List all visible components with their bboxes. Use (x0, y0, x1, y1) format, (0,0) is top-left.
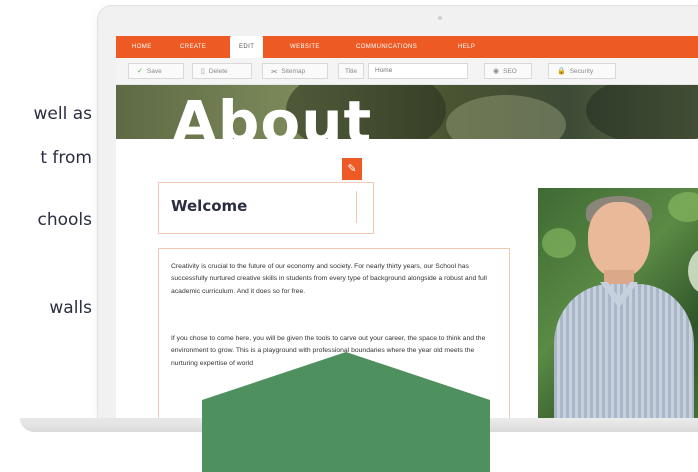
sitemap-icon: ⫘ (271, 68, 278, 75)
photo-foliage (688, 248, 698, 294)
edit-block-button[interactable]: ✎ (342, 158, 362, 180)
save-label: Save (146, 68, 162, 75)
eye-icon: ◉ (493, 68, 500, 75)
hero-photo-shape (586, 85, 698, 139)
side-text-line-2: t from (40, 148, 92, 168)
laptop-base-lip (20, 418, 200, 422)
side-text-line-4: walls (49, 298, 92, 318)
hero-photo-shape (446, 95, 566, 139)
trash-icon: ▯ (201, 68, 205, 75)
side-text-line-1: well as (33, 104, 93, 124)
photo-person-shirt (554, 284, 694, 420)
main-menu-bar: HOME CREATE EDIT WEBSITE COMMUNICATIONS … (116, 36, 698, 60)
delete-button[interactable]: ▯ Delete (192, 63, 252, 79)
menu-communications[interactable]: COMMUNICATIONS (356, 36, 417, 58)
laptop-frame: HOME CREATE EDIT WEBSITE COMMUNICATIONS … (98, 6, 698, 420)
block-divider (356, 191, 357, 223)
menu-edit[interactable]: EDIT (230, 36, 264, 60)
title-field-label: Title (338, 63, 365, 79)
check-icon: ✓ (137, 68, 143, 75)
camera-dot (438, 16, 442, 20)
pencil-icon: ✎ (347, 163, 357, 175)
sitemap-button[interactable]: ⫘ Sitemap (262, 63, 328, 79)
seo-button[interactable]: ◉ SEO (484, 63, 532, 79)
save-button[interactable]: ✓ Save (128, 63, 184, 79)
welcome-heading-block[interactable]: Welcome (158, 182, 374, 234)
seo-label: SEO (503, 68, 517, 75)
photo-foliage (668, 192, 698, 222)
laptop-screen: HOME CREATE EDIT WEBSITE COMMUNICATIONS … (116, 36, 698, 420)
photo-foliage (542, 228, 576, 258)
menu-help[interactable]: HELP (458, 36, 475, 58)
body-paragraph-1: Creativity is crucial to the future of o… (171, 263, 487, 295)
page-side-text: well as t from chools walls (0, 0, 110, 462)
security-label: Security (569, 68, 594, 75)
photo-person-face (588, 202, 650, 278)
menu-website[interactable]: WEBSITE (290, 36, 320, 58)
hero-banner: About (116, 85, 698, 139)
sitemap-label: Sitemap (281, 68, 306, 75)
delete-label: Delete (208, 68, 228, 75)
staff-photo (538, 188, 698, 420)
lock-icon: 🔒 (557, 68, 566, 75)
title-input[interactable] (368, 63, 468, 79)
menu-home[interactable]: HOME (132, 36, 152, 58)
hero-title: About (172, 88, 373, 139)
side-text-line-3: chools (37, 210, 92, 230)
menu-create[interactable]: CREATE (180, 36, 206, 58)
security-button[interactable]: 🔒 Security (548, 63, 616, 79)
editor-toolbar: ✓Save ▯Delete ⫘Sitemap Title ◉SEO 🔒Secur… (116, 58, 698, 85)
welcome-heading: Welcome (171, 197, 248, 215)
